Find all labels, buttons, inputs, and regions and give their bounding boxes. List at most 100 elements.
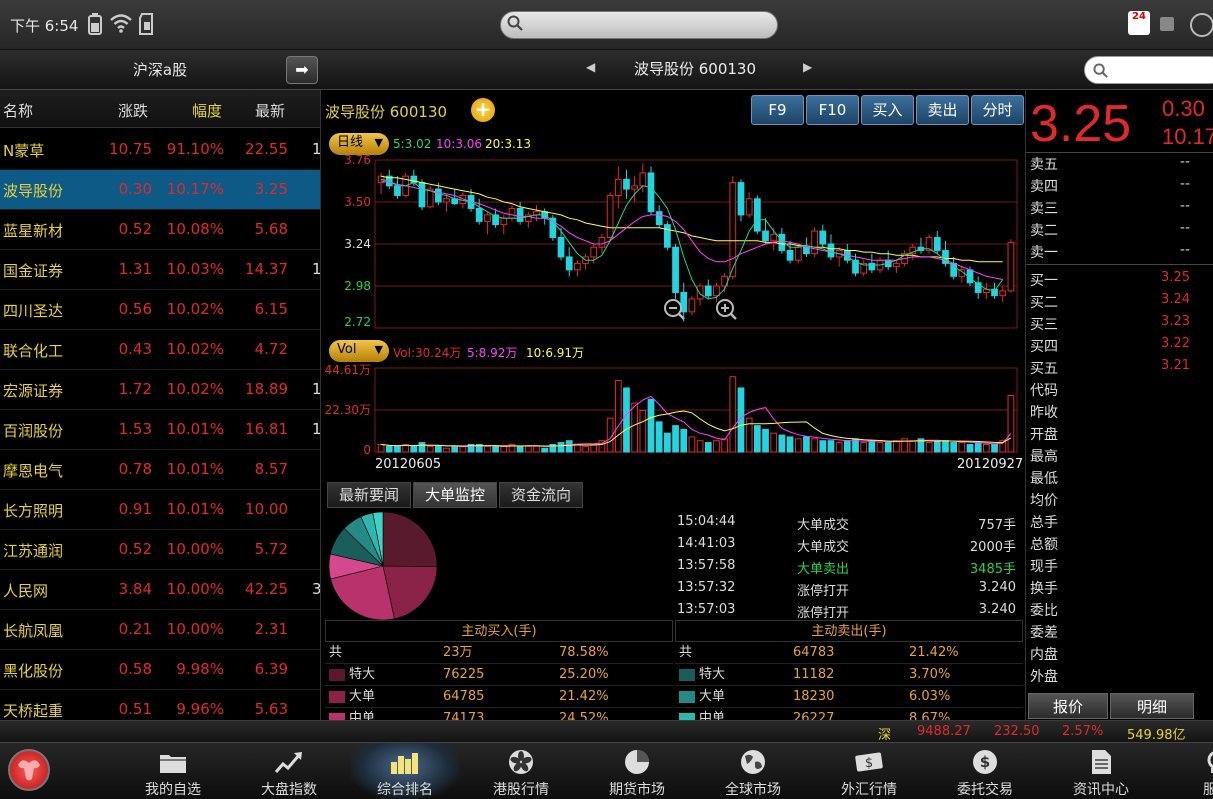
stock-name: 国金证券 [3,262,64,280]
tab-news[interactable]: 最新要闻 [327,482,411,508]
nav-item-fx[interactable]: $ 外汇行情 [814,743,924,799]
table-row[interactable]: 联合化工 0.43 10.02% 4.72 [0,330,320,370]
prev-stock-icon[interactable]: ◀ [586,60,595,74]
table-row[interactable]: 蓝星新材 0.52 10.08% 5.68 [0,210,320,250]
chart-panel: 波导股份 600130 + F9 F10 买入 卖出 分时 日线 ▼ 5:3.02… [320,90,1025,730]
stock-percent: 10.02% [166,300,224,318]
volume-chart[interactable]: 44.61万 22.30万 0 [321,362,1025,458]
ticker-index: 9488.27 [917,724,971,739]
table-row[interactable]: 人民网 3.84 10.00% 42.25 3 [0,570,320,610]
candle [623,169,630,199]
nav-item-pie[interactable]: 期货市场 [582,743,692,799]
wifi-icon [110,13,132,35]
chart-stock-title: 波导股份 600130 [325,103,448,121]
table-row[interactable]: 四川圣达 0.56 10.02% 6.15 [0,290,320,330]
table-row[interactable]: 长方照明 0.91 10.01% 10.00 [0,490,320,530]
vol-ma5-value: 5:8.92万 [467,346,518,360]
next-stock-icon[interactable]: ▶ [803,60,812,74]
stock-search-box[interactable] [1084,56,1213,84]
nav-item-bauhinia[interactable]: 港股行情 [466,743,576,799]
flow-label: 特大 [349,667,376,682]
nav-item-service[interactable]: 服务 [1162,743,1213,799]
ticker-amount: 549.98亿 [1127,728,1186,743]
folder-icon [160,755,186,773]
stock-name: 长航凤凰 [3,622,64,640]
period-label: 日线 [337,135,364,150]
candle [582,253,589,270]
nav-item-doc[interactable]: 资讯中心 [1046,743,1156,799]
legend-swatch [679,691,695,703]
nav-item-dollar[interactable]: $ 委托交易 [930,743,1040,799]
tab-fund-flow[interactable]: 资金流向 [499,482,583,508]
nav-item-folder[interactable]: 我的自选 [118,743,228,799]
table-row[interactable]: 江苏通润 0.52 10.00% 5.72 [0,530,320,570]
play-icon[interactable] [1190,13,1213,37]
app-logo-icon[interactable] [8,749,50,791]
candle [655,205,663,228]
add-favorite-button[interactable]: + [471,98,495,122]
stock-extra: 1 [312,420,320,438]
nav-label: 外汇行情 [841,782,897,798]
current-price: 3.25 [1030,95,1132,153]
search-input[interactable] [529,15,769,35]
f9-button[interactable]: F9 [751,95,804,125]
zoom-in-icon[interactable] [716,299,737,320]
sell-button[interactable]: 卖出 [916,95,969,125]
tab-quote[interactable]: 报价 [1028,693,1108,719]
indicator-dropdown[interactable]: Vol ▼ [329,340,389,362]
nav-item-globe[interactable]: 全球市场 [698,743,808,799]
deal-type: 大单卖出 [797,562,850,577]
volume-bar [500,445,508,453]
stock-name: 联合化工 [3,342,64,360]
col-last[interactable]: 最新 [255,100,285,121]
switch-market-button[interactable]: ➡ [286,56,318,84]
table-row[interactable]: 百润股份 1.53 10.01% 16.81 1 [0,410,320,450]
flow-pct: 3.70% [909,667,951,682]
stock-name: 黑化股份 [3,662,64,680]
quote-field-row: 开盘 [1026,422,1213,444]
sell-level-price: -- [1179,220,1190,236]
buy-level-label: 买二 [1030,295,1058,311]
col-change[interactable]: 涨跌 [118,100,148,121]
col-percent[interactable]: 幅度 [192,100,222,121]
date-end: 20120927 [957,457,1024,472]
table-row[interactable]: 国金证券 1.31 10.03% 14.37 1 [0,250,320,290]
trend-icon [274,752,302,773]
plus-icon: + [474,97,492,121]
dollar-icon: $ [973,750,997,774]
stock-extra: 1 [312,260,320,278]
intraday-button[interactable]: 分时 [971,95,1024,125]
table-row[interactable]: N蒙草 10.75 91.10% 22.55 1 [0,130,320,170]
stock-percent: 10.01% [166,500,224,518]
table-row[interactable]: 波导股份 0.30 10.17% 3.25 [0,170,320,210]
volume-bar [884,442,892,453]
buy-button[interactable]: 买入 [861,95,914,125]
table-row[interactable]: 摩恩电气 0.78 10.01% 8.57 [0,450,320,490]
deal-qty: 3.240 [978,602,1016,617]
quote-field-label: 换手 [1030,581,1058,597]
search-icon [1093,63,1108,78]
quote-field-label: 均价 [1030,493,1058,509]
stock-name: 波导股份 [3,182,64,200]
f10-button[interactable]: F10 [806,95,859,125]
table-row[interactable]: 宏源证券 1.72 10.02% 18.89 1 [0,370,320,410]
bauhinia-icon [509,750,533,774]
nav-item-trend[interactable]: 大盘指数 [234,743,344,799]
quote-field-row: 最高 [1026,444,1213,466]
flow-pct: 21.42% [909,645,959,660]
table-row[interactable]: 长航凤凰 0.21 10.00% 2.31 [0,610,320,650]
stock-name: 蓝星新材 [3,222,64,240]
tab-detail[interactable]: 明细 [1110,693,1194,719]
volume-bar [582,445,589,453]
candlestick-chart[interactable]: 3.76 3.50 3.24 2.98 2.72 [321,152,1025,340]
calendar-app-icon[interactable]: 24 [1128,11,1150,35]
buy-level-price: 3.22 [1161,336,1190,351]
table-row[interactable]: 天桥起重 0.51 9.96% 5.63 [0,690,320,720]
col-name[interactable]: 名称 [3,100,33,121]
quote-field-row: 内盘 [1026,642,1213,664]
nav-item-bars[interactable]: 综合排名 [350,743,460,799]
search-box[interactable] [500,11,778,39]
candle [484,211,491,235]
table-row[interactable]: 黑化股份 0.58 9.98% 6.39 [0,650,320,690]
tab-big-order[interactable]: 大单监控 [413,482,497,508]
